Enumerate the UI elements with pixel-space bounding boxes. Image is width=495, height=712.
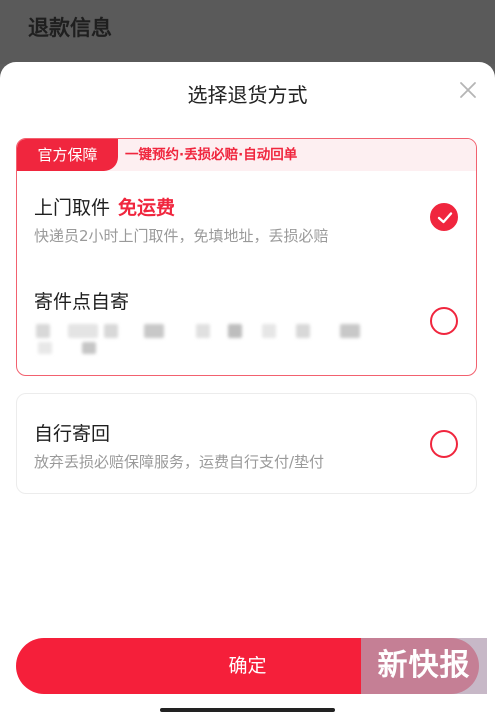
radio-unchecked[interactable] [430,307,458,335]
guarantee-banner: 官方保障 一键预约·丢损必赔·自动回单 [17,139,476,171]
option-desc: 放弃丢损必赔保障服务，运费自行支付/垫付 [34,453,325,471]
radio-checked[interactable] [430,203,458,231]
option-desc: 快递员2小时上门取件，免填地址，丢损必赔 [34,227,329,245]
radio-unchecked[interactable] [430,430,458,458]
guarantee-tag: 官方保障 [17,139,118,171]
return-method-sheet: 选择退货方式 官方保障 一键预约·丢损必赔·自动回单 上门取件 免运费 快递员2小… [0,62,495,712]
home-indicator [160,708,335,712]
free-shipping-badge: 免运费 [118,197,176,219]
watermark-logo: 新快报 [361,638,487,694]
check-icon [437,212,453,224]
option-title: 上门取件 免运费 [34,193,175,220]
close-icon[interactable] [456,78,480,102]
option-title-text: 上门取件 [34,197,111,219]
option-title: 寄件点自寄 [34,291,130,313]
guarantee-tagline: 一键预约·丢损必赔·自动回单 [125,147,298,163]
blurred-content [16,318,376,358]
sheet-title: 选择退货方式 [187,83,308,107]
option-self-return[interactable]: 自行寄回 放弃丢损必赔保障服务，运费自行支付/垫付 [16,393,477,494]
background-title: 退款信息 [28,16,112,40]
background-header: 退款信息 [0,0,495,64]
option-title: 自行寄回 [34,423,111,445]
